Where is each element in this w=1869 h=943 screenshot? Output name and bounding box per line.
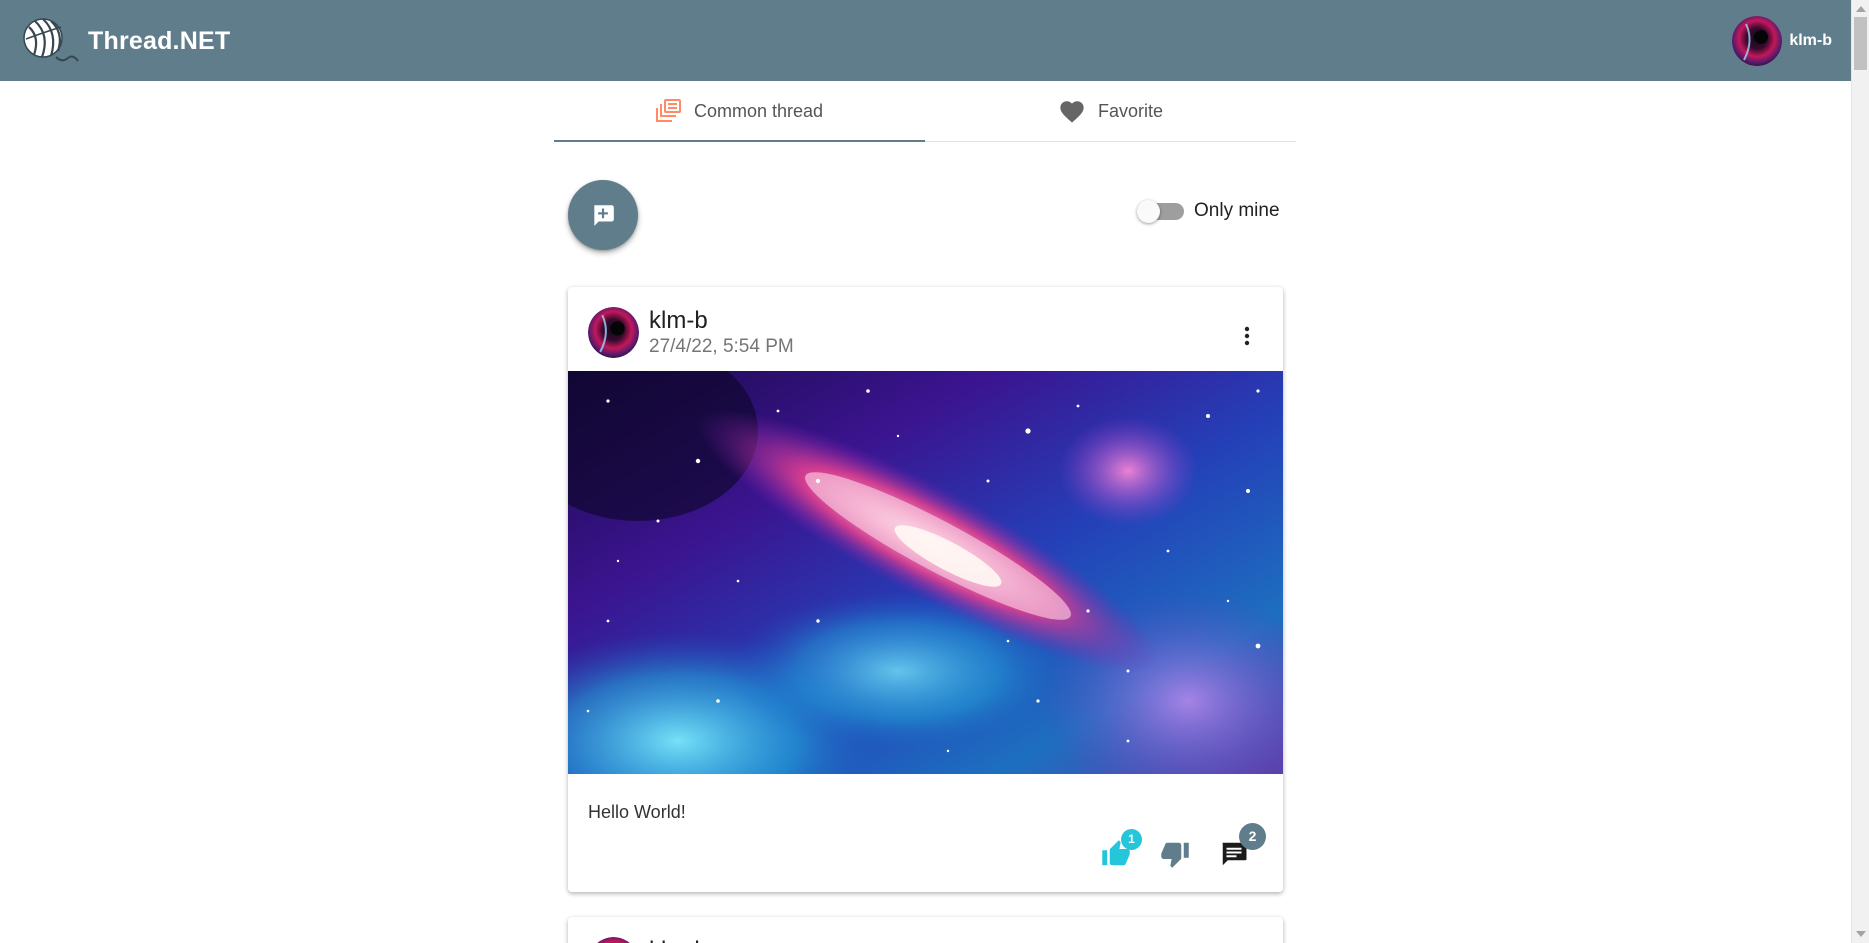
like-count-badge: 1 (1121, 829, 1142, 850)
thumb-down-icon (1161, 842, 1189, 868)
yarn-ball-logo-icon (23, 18, 79, 62)
scroll-thumb[interactable] (1854, 17, 1867, 70)
post-header: klm-b 27/4/22, 5:54 PM (588, 307, 794, 358)
page-scrollbar[interactable] (1851, 0, 1869, 943)
tab-common-thread[interactable]: Common thread (554, 81, 925, 142)
create-post-button[interactable] (568, 180, 638, 250)
only-mine-toggle[interactable]: Only mine (1137, 199, 1280, 223)
comments-button[interactable]: 2 (1219, 823, 1266, 875)
add-comment-icon (594, 205, 614, 226)
user-name: klm-b (1789, 32, 1832, 49)
author-avatar (588, 307, 639, 358)
thread-tabs: Common thread Favorite (554, 81, 1296, 142)
scroll-up-arrow-icon[interactable] (1856, 6, 1866, 12)
user-menu[interactable]: klm-b (1732, 16, 1832, 66)
app-title: Thread.NET (88, 26, 231, 55)
more-vert-icon (1244, 326, 1250, 346)
top-app-bar: Thread.NET klm-b (0, 0, 1851, 81)
tab-favorite[interactable]: Favorite (925, 81, 1296, 141)
post-date: 27/4/22, 5:54 PM (649, 336, 794, 357)
app-root: Thread.NET klm-b Common thread Favorite … (0, 0, 1869, 943)
stacked-posts-icon (655, 99, 681, 122)
like-button[interactable]: 1 (1101, 829, 1142, 875)
dislike-button[interactable] (1160, 839, 1196, 875)
post-body: Hello World! (588, 802, 686, 822)
post-author: klm-b (649, 937, 708, 943)
post-author: klm-b (649, 307, 708, 334)
toggle-thumb[interactable] (1137, 199, 1160, 223)
user-avatar (1732, 16, 1783, 66)
toggle-track[interactable] (1137, 199, 1184, 223)
post-card: klm-b 27/4/22, 5:54 PM Hello World! 1 2 (568, 287, 1283, 892)
comment-count-badge: 2 (1239, 823, 1266, 850)
scroll-down-arrow-icon[interactable] (1856, 931, 1866, 937)
post-image-galaxy (568, 371, 1283, 774)
only-mine-label: Only mine (1194, 200, 1280, 221)
post-card: klm-b (568, 917, 1283, 943)
brand[interactable]: Thread.NET (20, 13, 230, 69)
more-options-button[interactable] (1235, 324, 1259, 348)
author-block: klm-b 27/4/22, 5:54 PM (649, 307, 794, 358)
tab-label: Common thread (693, 100, 824, 121)
tab-label: Favorite (1097, 100, 1164, 121)
author-avatar (597, 937, 630, 943)
heart-icon (1060, 101, 1084, 123)
